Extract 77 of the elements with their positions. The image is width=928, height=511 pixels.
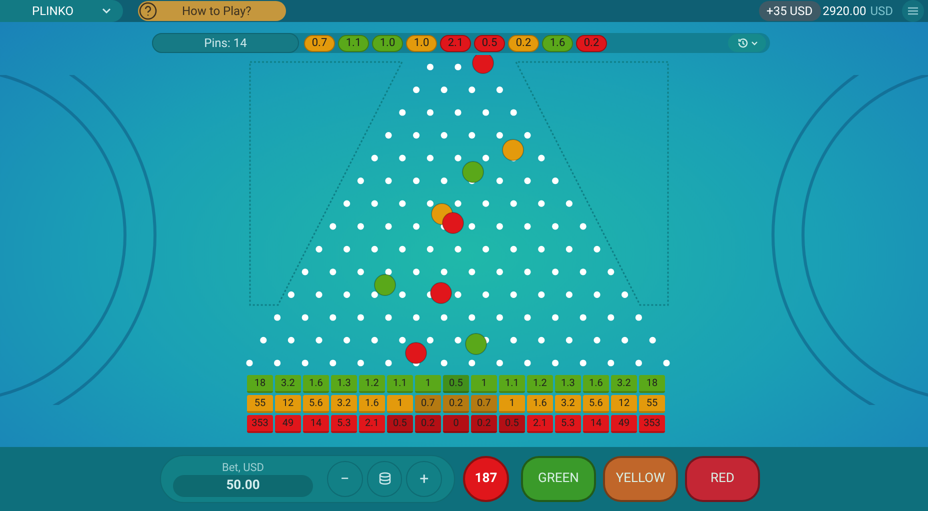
multiplier-cell: 353	[639, 415, 665, 433]
multiplier-cell: 0.7	[415, 395, 441, 413]
play-button[interactable]: YELLOW	[603, 456, 678, 502]
multiplier-cell: 5.6	[303, 395, 329, 413]
multiplier-cell: 3.2	[331, 395, 357, 413]
multiplier-cell: 0.5	[499, 415, 525, 433]
multiplier-cell: 3.2	[275, 375, 301, 393]
multiplier-cell: 1.6	[303, 375, 329, 393]
multiplier-cell: 12	[611, 395, 637, 413]
multiplier-cell: 12	[275, 395, 301, 413]
multiplier-cell: 55	[639, 395, 665, 413]
menu-button[interactable]	[902, 0, 924, 22]
multiplier-cell: 1.3	[555, 375, 581, 393]
chips-button[interactable]	[366, 461, 402, 497]
multiplier-cell: 1.6	[527, 395, 553, 413]
history-pill: 1.1	[338, 34, 369, 52]
play-button[interactable]: GREEN	[521, 456, 596, 502]
multiplier-cell: 55	[247, 395, 273, 413]
multiplier-cell: 1.6	[359, 395, 385, 413]
multiplier-cell: 14	[303, 415, 329, 433]
history-pill: 1.0	[372, 34, 403, 52]
multiplier-cell: 1.1	[387, 375, 413, 393]
history-pill: 0.5	[474, 34, 505, 52]
pins-field[interactable]: Pins: 14	[152, 33, 299, 53]
game-select[interactable]: PLINKO	[0, 0, 123, 22]
multiplier-cell: 18	[247, 375, 273, 393]
multiplier-cell: 5.6	[583, 395, 609, 413]
multiplier-cell: 5.3	[331, 415, 357, 433]
history-button[interactable]	[728, 34, 766, 52]
history-pill: 0.7	[304, 34, 335, 52]
balance: 2920.00	[822, 3, 866, 20]
bet-amount-field[interactable]: 50.00	[173, 475, 313, 497]
multiplier-cell: 1	[471, 375, 497, 393]
decrease-button[interactable]: −	[327, 461, 363, 497]
bet-label: Bet, USD	[222, 461, 264, 475]
multiplier-cell: 0	[443, 415, 469, 433]
multiplier-cell: 1	[415, 375, 441, 393]
increase-button[interactable]: +	[406, 461, 442, 497]
multiplier-cell: 0.5	[387, 415, 413, 433]
multiplier-cell: 1	[387, 395, 413, 413]
multiplier-cell: 2.1	[527, 415, 553, 433]
multiplier-cell: 0.2	[415, 415, 441, 433]
currency: USD	[870, 3, 893, 20]
chevron-icon	[102, 8, 111, 14]
history-pill: 0.2	[508, 34, 539, 52]
chevron-icon	[750, 40, 758, 46]
coin-stack-icon	[378, 472, 392, 486]
multiplier-cell: 3.2	[555, 395, 581, 413]
multiplier-cell: 49	[611, 415, 637, 433]
history-pill: 2.1	[440, 34, 471, 52]
history-pill: 1.0	[406, 34, 437, 52]
how-to-play-button[interactable]: How to Play?	[138, 1, 286, 21]
multiplier-cell: 0.7	[471, 395, 497, 413]
multiplier-cell: 0.2	[443, 395, 469, 413]
multiplier-cell: 353	[247, 415, 273, 433]
auto-count-button[interactable]: 187	[463, 456, 509, 502]
multiplier-cell: 0.2	[471, 415, 497, 433]
history-pill: 1.6	[542, 34, 573, 52]
menu-icon	[908, 7, 918, 15]
multiplier-cell: 1.3	[331, 375, 357, 393]
multiplier-cell: 1.2	[527, 375, 553, 393]
multiplier-cell: 1.6	[583, 375, 609, 393]
win-amount: +35 USD	[758, 1, 821, 21]
multiplier-cell: 49	[275, 415, 301, 433]
multiplier-cell: 0.5	[443, 375, 469, 393]
multiplier-cell: 5.3	[555, 415, 581, 433]
history-icon	[736, 37, 748, 49]
history-pill: 0.2	[576, 34, 607, 52]
help-icon	[139, 2, 157, 20]
play-button[interactable]: RED	[685, 456, 760, 502]
multiplier-cell: 3.2	[611, 375, 637, 393]
multiplier-cell: 1.2	[359, 375, 385, 393]
multiplier-cell: 2.1	[359, 415, 385, 433]
multiplier-cell: 1.1	[499, 375, 525, 393]
multiplier-cell: 1	[499, 395, 525, 413]
multiplier-cell: 18	[639, 375, 665, 393]
multiplier-cell: 14	[583, 415, 609, 433]
